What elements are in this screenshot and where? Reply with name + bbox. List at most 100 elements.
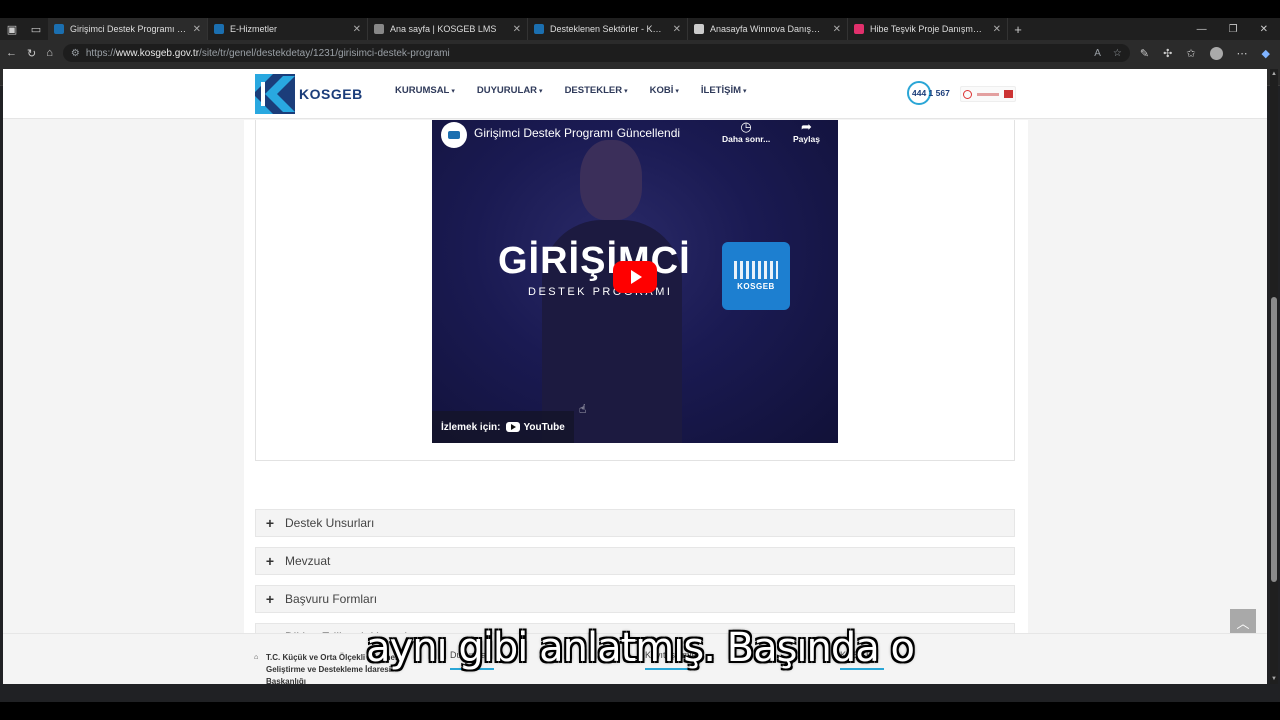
profile-avatar[interactable]	[1209, 46, 1223, 60]
url-path: /site/tr/genel/destekdetay/1231/girisimc…	[199, 47, 450, 59]
kosgeb-logo[interactable]: KOSGEB	[255, 74, 363, 114]
partner-logo[interactable]	[960, 86, 1016, 102]
video-title[interactable]: Girişimci Destek Programı Güncellendi	[474, 126, 680, 140]
accordion-item[interactable]: + Mevzuat	[255, 547, 1015, 575]
kosgeb-logo-mark	[255, 74, 295, 114]
hotline-number: 444 1 567	[912, 88, 950, 98]
read-aloud-icon[interactable]: A	[1094, 48, 1101, 59]
page-scrollbar[interactable]: ▲ ▼	[1270, 69, 1278, 684]
plus-icon: +	[265, 515, 275, 531]
plus-icon: +	[265, 553, 275, 569]
nav-item-label: KOBİ	[649, 85, 674, 96]
reload-icon[interactable]: ↻	[27, 47, 36, 60]
channel-logo[interactable]	[441, 122, 467, 148]
tab-favicon-icon	[694, 24, 704, 34]
chevron-down-icon: ▾	[451, 87, 455, 95]
url-host: www.kosgeb.gov.tr	[115, 47, 200, 59]
tab-favicon-icon	[374, 24, 384, 34]
partner-logo-line	[976, 92, 999, 96]
accordion-item-label: Mevzuat	[285, 554, 331, 568]
tab-close-icon[interactable]: ✕	[673, 24, 681, 35]
chevron-down-icon: ▾	[624, 87, 628, 95]
toolbar-right: ✎ ✣ ✩ ⋯ ◆	[1140, 46, 1274, 60]
accordion-item[interactable]: + Destek Unsurları	[255, 509, 1015, 537]
nav-item[interactable]: KOBİ ▾	[650, 85, 679, 96]
plus-icon: +	[265, 591, 275, 607]
tab-title: Desteklenen Sektörler - KOSGEB	[550, 24, 667, 34]
watch-on-youtube-button[interactable]: İzlemek için: YouTube	[432, 411, 574, 443]
tab-favicon-icon	[54, 24, 64, 34]
nav-item-label: KURUMSAL	[395, 85, 450, 96]
accordion-item[interactable]: + Başvuru Formları	[255, 585, 1015, 613]
home-icon[interactable]: ⌂	[46, 47, 53, 59]
tab-close-icon[interactable]: ✕	[993, 24, 1001, 35]
hotline-badge[interactable]: 444 1 567	[907, 81, 951, 105]
tab-favicon-icon	[854, 24, 864, 34]
back-icon[interactable]: ←	[6, 47, 17, 59]
favorites-icon[interactable]: ✩	[1186, 47, 1195, 60]
nav-item[interactable]: DESTEKLER ▾	[565, 85, 628, 96]
partner-seal-icon	[1003, 90, 1013, 98]
watch-later-button[interactable]: ◷ Daha sonr...	[722, 120, 770, 144]
chevron-down-icon: ▾	[743, 87, 747, 95]
workspaces-icon[interactable]: ▣	[0, 23, 24, 36]
browser-tab[interactable]: Hibe Teşvik Proje Danışmanlık / W ✕	[848, 18, 1008, 40]
browser-tab[interactable]: E-Hizmetler ✕	[208, 18, 368, 40]
extensions-puzzle-icon[interactable]: ✣	[1163, 47, 1172, 60]
tab-favicon-icon	[534, 24, 544, 34]
nav-item-label: DUYURULAR	[476, 85, 538, 96]
play-icon	[631, 270, 642, 284]
nav-item[interactable]: KURUMSAL ▾	[395, 85, 455, 96]
close-window-icon[interactable]: ✕	[1260, 24, 1268, 35]
site-info-icon[interactable]: ⚙	[71, 48, 80, 59]
watch-on-label: İzlemek için:	[441, 421, 501, 433]
browser-tab[interactable]: Desteklenen Sektörler - KOSGEB ✕	[528, 18, 688, 40]
accordion-item-label: Destek Unsurları	[285, 516, 375, 530]
more-menu-icon[interactable]: ⋯	[1237, 47, 1248, 60]
tab-title: Girişimci Destek Programı - KOSGEB	[70, 24, 187, 34]
browser-tab[interactable]: Ana sayfa | KOSGEB LMS ✕	[368, 18, 528, 40]
window-controls: — ❐ ✕	[1197, 24, 1280, 35]
tab-title: Ana sayfa | KOSGEB LMS	[390, 24, 497, 34]
favorite-star-icon[interactable]: ☆	[1113, 48, 1122, 59]
watch-later-label: Daha sonr...	[722, 134, 771, 144]
tab-close-icon[interactable]: ✕	[513, 24, 521, 35]
minimize-icon[interactable]: —	[1197, 24, 1207, 35]
tab-actions-icon[interactable]: ▭	[24, 23, 48, 36]
scrollbar-thumb[interactable]	[1271, 297, 1277, 582]
address-bar-row: ← ↻ ⌂ ⚙ https://www.kosgeb.gov.tr/site/t…	[0, 40, 1280, 66]
url-input[interactable]: ⚙ https://www.kosgeb.gov.tr/site/tr/gene…	[62, 44, 1130, 62]
extension-icon[interactable]: ✎	[1140, 47, 1149, 60]
new-tab-button[interactable]: +	[1008, 22, 1028, 37]
nav-item-label: DESTEKLER	[564, 85, 623, 96]
scroll-up-icon[interactable]: ▲	[1270, 71, 1278, 77]
accordion-item-label: Başvuru Formları	[285, 592, 378, 606]
share-label: Paylaş	[793, 134, 820, 144]
youtube-play-icon	[506, 422, 521, 432]
browser-tab[interactable]: Girişimci Destek Programı - KOSGEB ✕	[48, 18, 208, 40]
main-nav: KURUMSAL ▾ DUYURULAR ▾ DESTEKLER ▾ KOBİ ▾ İLETİŞ…	[395, 85, 747, 96]
youtube-embed[interactable]: Girişimci Destek Programı Güncellendi ◷ …	[432, 120, 838, 443]
share-button[interactable]: ➦ Paylaş	[793, 120, 820, 144]
channel-logo-mark	[448, 131, 460, 139]
nav-item[interactable]: DUYURULAR ▾	[477, 85, 543, 96]
tile-logo-text: KOSGEB	[737, 282, 775, 291]
site-header: KOSGEB KURUMSAL ▾ DUYURULAR ▾ DESTEKLER ▾ KOBİ…	[3, 69, 1267, 119]
youtube-wordmark: YouTube	[523, 421, 565, 433]
nav-item[interactable]: İLETİŞİM ▾	[701, 85, 747, 96]
scroll-down-icon[interactable]: ▼	[1270, 676, 1278, 682]
chevron-down-icon: ▾	[675, 87, 679, 95]
restore-icon[interactable]: ❐	[1229, 24, 1238, 35]
copilot-icon[interactable]: ◆	[1262, 47, 1270, 60]
video-headline: GİRİŞİMCİ	[498, 240, 691, 282]
clock-icon: ◷	[740, 120, 752, 134]
browser-tab[interactable]: Anasayfa Winnova Danışmanlık ✕	[688, 18, 848, 40]
tab-close-icon[interactable]: ✕	[193, 24, 201, 35]
tab-favicon-icon	[214, 24, 224, 34]
play-button[interactable]	[613, 261, 657, 293]
page-viewport: KOSGEB KURUMSAL ▾ DUYURULAR ▾ DESTEKLER ▾ KOBİ…	[3, 69, 1267, 684]
tab-close-icon[interactable]: ✕	[833, 24, 841, 35]
video-container: Girişimci Destek Programı Güncellendi ◷ …	[255, 120, 1015, 461]
chevron-down-icon: ▾	[539, 87, 543, 95]
tab-close-icon[interactable]: ✕	[353, 24, 361, 35]
